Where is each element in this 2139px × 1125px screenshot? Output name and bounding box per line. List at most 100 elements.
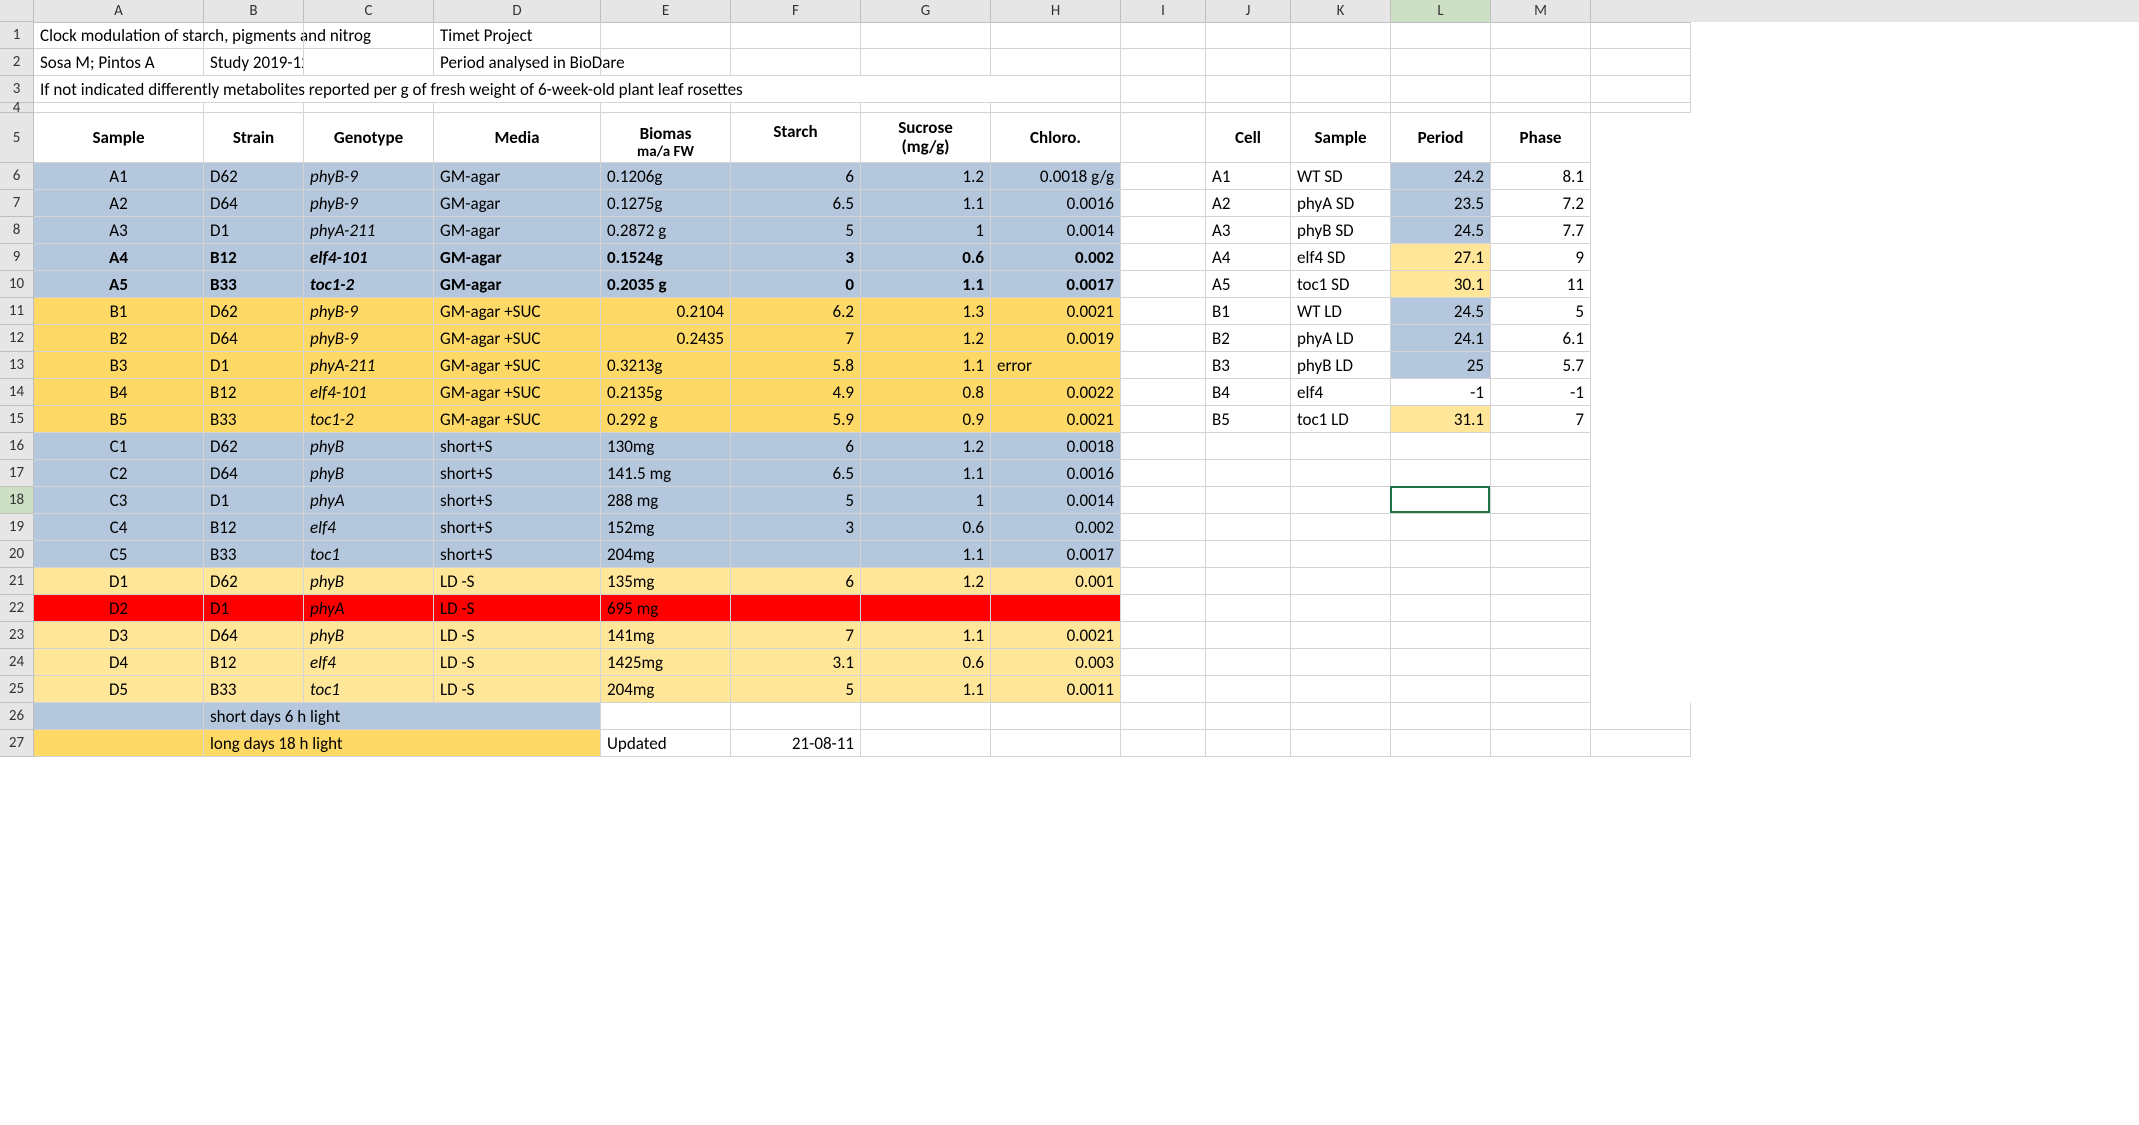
- sample-cell[interactable]: C4: [34, 514, 204, 541]
- row-header-25[interactable]: 25: [0, 676, 34, 703]
- biomass-cell[interactable]: 0.2035 g: [601, 271, 731, 298]
- phase-cell[interactable]: -1: [1491, 379, 1591, 406]
- biomass-cell[interactable]: 0.1206g: [601, 163, 731, 190]
- biomass-cell[interactable]: 0.2872 g: [601, 217, 731, 244]
- cell2-cell[interactable]: [1206, 541, 1291, 568]
- cell2-cell[interactable]: A2: [1206, 190, 1291, 217]
- sucrose-cell[interactable]: 1.3: [861, 298, 991, 325]
- phase-cell[interactable]: 7: [1491, 406, 1591, 433]
- biomass-cell[interactable]: 0.3213g: [601, 352, 731, 379]
- legend-blue[interactable]: [34, 703, 204, 730]
- genotype-cell[interactable]: phyB-9: [304, 163, 434, 190]
- genotype-cell[interactable]: toc1-2: [304, 406, 434, 433]
- sucrose-cell[interactable]: 1.2: [861, 325, 991, 352]
- genotype-cell[interactable]: phyB: [304, 460, 434, 487]
- cell2-cell[interactable]: [1206, 568, 1291, 595]
- project-cell[interactable]: Timet Project: [434, 22, 601, 49]
- genotype-cell[interactable]: phyB: [304, 622, 434, 649]
- biomass-cell[interactable]: 1425mg: [601, 649, 731, 676]
- period-cell[interactable]: [1391, 460, 1491, 487]
- sample2-cell[interactable]: [1291, 541, 1391, 568]
- sucrose-cell[interactable]: 0.9: [861, 406, 991, 433]
- cell2-cell[interactable]: B1: [1206, 298, 1291, 325]
- col-header-D[interactable]: D: [434, 0, 601, 23]
- sucrose-cell[interactable]: 0.6: [861, 514, 991, 541]
- cell2-cell[interactable]: [1206, 595, 1291, 622]
- row-header-15[interactable]: 15: [0, 406, 34, 433]
- sucrose-cell[interactable]: [861, 595, 991, 622]
- cell2-cell[interactable]: [1206, 487, 1291, 514]
- row-header-18[interactable]: 18: [0, 487, 34, 514]
- sucrose-cell[interactable]: 0.6: [861, 649, 991, 676]
- sample2-cell[interactable]: [1291, 433, 1391, 460]
- starch-cell[interactable]: 7: [731, 622, 861, 649]
- cell[interactable]: [1121, 103, 1206, 113]
- strain-cell[interactable]: D1: [204, 217, 304, 244]
- row-header-1[interactable]: 1: [0, 22, 34, 49]
- strain-cell[interactable]: B33: [204, 406, 304, 433]
- cell[interactable]: [861, 103, 991, 113]
- sample-cell[interactable]: D3: [34, 622, 204, 649]
- biomass-cell[interactable]: 130mg: [601, 433, 731, 460]
- starch-cell[interactable]: 5: [731, 487, 861, 514]
- genotype-cell[interactable]: phyA-211: [304, 217, 434, 244]
- strain-cell[interactable]: D62: [204, 433, 304, 460]
- row-header-6[interactable]: 6: [0, 163, 34, 190]
- cell[interactable]: [1291, 22, 1391, 49]
- biomass-cell[interactable]: 135mg: [601, 568, 731, 595]
- col-header-J[interactable]: J: [1206, 0, 1291, 23]
- sucrose-cell[interactable]: 0.8: [861, 379, 991, 406]
- genotype-cell[interactable]: phyA-211: [304, 352, 434, 379]
- cell[interactable]: [1206, 76, 1291, 103]
- note-cell[interactable]: If not indicated differently metabolites…: [34, 76, 1121, 103]
- hdr-sample[interactable]: Sample: [34, 113, 204, 163]
- row-header-7[interactable]: 7: [0, 190, 34, 217]
- sucrose-cell[interactable]: 1.1: [861, 622, 991, 649]
- cell[interactable]: [1121, 22, 1206, 49]
- col-header-G[interactable]: G: [861, 0, 991, 23]
- cell[interactable]: [1121, 271, 1206, 298]
- cell[interactable]: [1206, 103, 1291, 113]
- phase-cell[interactable]: 9: [1491, 244, 1591, 271]
- row-header-23[interactable]: 23: [0, 622, 34, 649]
- strain-cell[interactable]: D64: [204, 325, 304, 352]
- genotype-cell[interactable]: toc1: [304, 541, 434, 568]
- phase-cell[interactable]: 5: [1491, 298, 1591, 325]
- legend-yellow[interactable]: [34, 730, 204, 757]
- media-cell[interactable]: GM-agar: [434, 217, 601, 244]
- row-header-27[interactable]: 27: [0, 730, 34, 757]
- cell[interactable]: [34, 103, 204, 113]
- cell2-cell[interactable]: B2: [1206, 325, 1291, 352]
- sucrose-cell[interactable]: 1.2: [861, 568, 991, 595]
- strain-cell[interactable]: D64: [204, 622, 304, 649]
- hdr-period[interactable]: Period: [1391, 113, 1491, 163]
- chloro-cell[interactable]: 0.0016: [991, 190, 1121, 217]
- strain-cell[interactable]: B33: [204, 541, 304, 568]
- sample-cell[interactable]: A2: [34, 190, 204, 217]
- title-cell[interactable]: Clock modulation of starch, pigments and…: [34, 22, 204, 49]
- biomass-cell[interactable]: 0.1275g: [601, 190, 731, 217]
- media-cell[interactable]: GM-agar +SUC: [434, 379, 601, 406]
- cell[interactable]: [1121, 649, 1206, 676]
- cell[interactable]: [861, 730, 991, 757]
- phase-cell[interactable]: [1491, 487, 1591, 514]
- sample-cell[interactable]: C3: [34, 487, 204, 514]
- strain-cell[interactable]: D62: [204, 298, 304, 325]
- sample2-cell[interactable]: [1291, 568, 1391, 595]
- cell[interactable]: [204, 22, 304, 49]
- cell[interactable]: [861, 49, 991, 76]
- sample-cell[interactable]: D1: [34, 568, 204, 595]
- cell[interactable]: [731, 22, 861, 49]
- chloro-cell[interactable]: 0.003: [991, 649, 1121, 676]
- biomass-cell[interactable]: 0.292 g: [601, 406, 731, 433]
- sample2-cell[interactable]: WT LD: [1291, 298, 1391, 325]
- period-cell[interactable]: 31.1: [1391, 406, 1491, 433]
- media-cell[interactable]: LD -S: [434, 622, 601, 649]
- cell[interactable]: [1121, 76, 1206, 103]
- hdr-genotype[interactable]: Genotype: [304, 113, 434, 163]
- cell[interactable]: [1291, 703, 1391, 730]
- cell[interactable]: [1121, 730, 1206, 757]
- row-header-16[interactable]: 16: [0, 433, 34, 460]
- cell[interactable]: [1206, 22, 1291, 49]
- row-header-19[interactable]: 19: [0, 514, 34, 541]
